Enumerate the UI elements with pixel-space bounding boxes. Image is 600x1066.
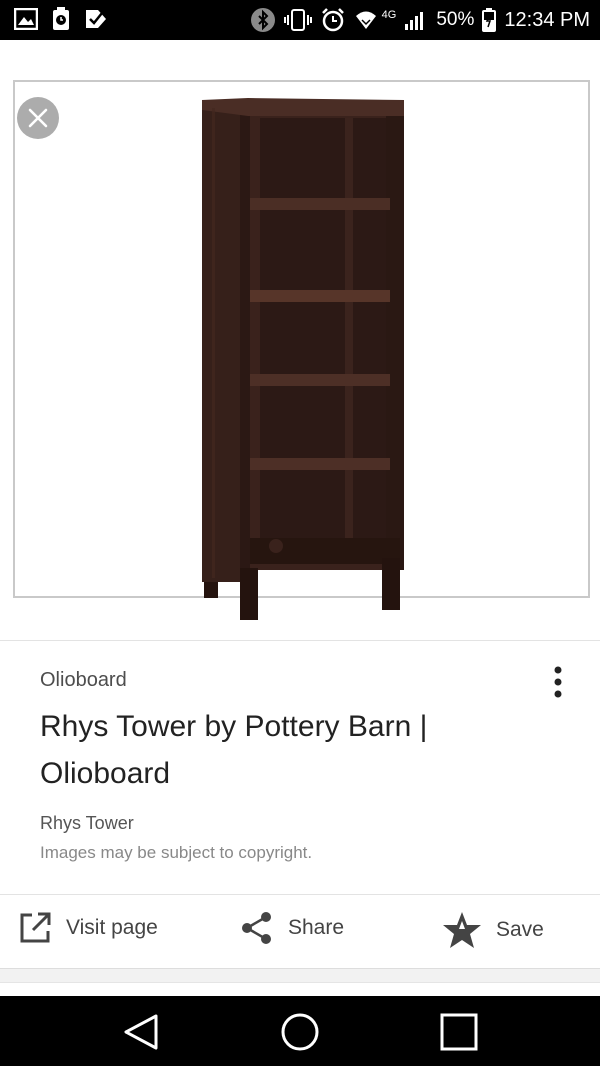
visit-page-label: Visit page (66, 916, 158, 939)
clock-app-icon (52, 7, 70, 31)
recents-square-icon (440, 1013, 478, 1051)
navigation-bar (0, 996, 600, 1066)
signal-icon (404, 8, 428, 32)
action-bar: Visit page Share Save (0, 895, 600, 969)
battery-percent: 50% (436, 9, 475, 30)
source-name[interactable]: Olioboard (40, 669, 127, 692)
star-icon (443, 912, 481, 948)
back-triangle-icon (124, 1014, 158, 1050)
home-circle-icon (281, 1013, 319, 1051)
home-button[interactable] (278, 1010, 322, 1054)
result-title[interactable]: Rhys Tower by Pottery Barn | Olioboard (40, 703, 500, 797)
clock-time: 12:34 PM (504, 9, 590, 31)
alarm-icon (320, 7, 346, 33)
close-button[interactable] (17, 97, 59, 139)
check-app-icon (84, 8, 110, 30)
back-button[interactable] (120, 1010, 164, 1054)
save-label: Save (496, 918, 544, 941)
more-vert-icon (554, 666, 562, 698)
status-bar: 4G 50% 12:34 PM (0, 0, 600, 40)
wifi-icon (354, 8, 378, 32)
battery-icon (482, 8, 497, 32)
share-label: Share (288, 916, 345, 939)
close-icon (28, 108, 48, 128)
copyright-notice: Images may be subject to copyright. (40, 843, 313, 862)
gallery-icon (14, 8, 38, 30)
share-icon (242, 912, 271, 944)
notification-icons (14, 7, 110, 31)
image-viewer[interactable] (0, 40, 600, 640)
network-type-label: 4G (381, 9, 397, 21)
result-subtitle: Rhys Tower (40, 813, 134, 833)
vibrate-icon (283, 8, 312, 32)
recents-button[interactable] (437, 1010, 481, 1054)
visit-page-button[interactable]: Visit page (18, 911, 158, 945)
open-in-new-icon (20, 912, 51, 943)
result-card: Olioboard Rhys Tower by Pottery Barn | O… (0, 640, 600, 971)
share-button[interactable]: Share (240, 911, 344, 945)
system-icons: 4G 50% 12:34 PM (250, 6, 590, 34)
more-options-button[interactable] (548, 665, 568, 701)
save-button[interactable]: Save (442, 911, 544, 949)
bluetooth-icon (250, 7, 276, 33)
next-card[interactable] (0, 982, 600, 997)
bookcase-image[interactable] (200, 98, 405, 628)
